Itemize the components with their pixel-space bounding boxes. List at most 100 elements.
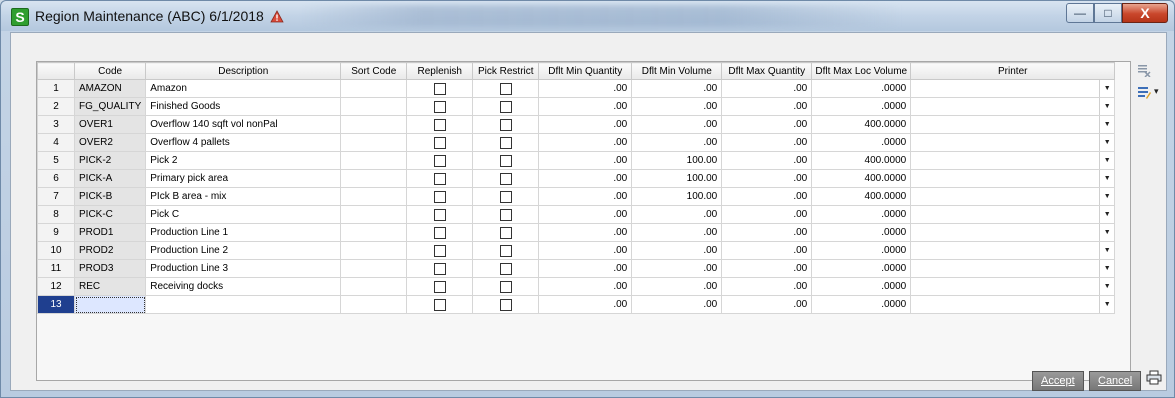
dflt-min-volume-cell[interactable]: .00 (631, 259, 723, 278)
column-header[interactable]: Replenish (406, 62, 474, 80)
code-cell[interactable]: PICK-C (73, 205, 147, 224)
sort-code-cell[interactable] (340, 277, 408, 296)
replenish-checkbox[interactable] (433, 226, 446, 239)
pick-restrict-checkbox[interactable] (499, 280, 512, 293)
chevron-down-icon[interactable]: ▼ (1099, 206, 1114, 223)
row-number[interactable]: 4 (37, 133, 75, 152)
table-row[interactable]: 5 PICK-2 Pick 2.00 100.00.00 400.0000 ▼ (37, 151, 1116, 170)
pick-restrict-checkbox[interactable] (499, 172, 512, 185)
description-cell[interactable]: Pick 2 (145, 151, 342, 170)
dflt-max-quantity-cell[interactable]: .00 (721, 97, 813, 116)
dflt-min-quantity-cell[interactable]: .00 (538, 97, 633, 116)
dflt-min-quantity-cell[interactable]: .00 (538, 295, 633, 314)
table-row[interactable]: 8 PICK-C Pick C .00.00.00.0000 ▼ (37, 205, 1116, 224)
table-row[interactable]: 7 PICK-B PIck B area - mix .00 100.00.00 400.… (37, 187, 1116, 206)
dflt-max-quantity-cell[interactable]: .00 (721, 295, 813, 314)
close-button[interactable]: X (1122, 3, 1168, 23)
printer-select[interactable]: ▼ (910, 115, 1116, 134)
pick-restrict-checkbox[interactable] (499, 226, 512, 239)
printer-icon[interactable] (1146, 370, 1162, 385)
description-cell[interactable]: Receiving docks (145, 277, 342, 296)
table-row[interactable]: 1 AMAZON Amazon .00.00.00.0000 ▼ (37, 79, 1116, 98)
column-header[interactable] (37, 62, 75, 80)
dflt-min-quantity-cell[interactable]: .00 (538, 115, 633, 134)
dflt-min-volume-cell[interactable]: 100.00 (631, 187, 723, 206)
table-row[interactable]: 13.00.00.00.0000 ▼ (37, 295, 1116, 314)
replenish-checkbox[interactable] (433, 154, 446, 167)
pick-restrict-checkbox[interactable] (499, 262, 512, 275)
chevron-down-icon[interactable]: ▼ (1099, 260, 1114, 277)
chevron-down-icon[interactable]: ▼ (1099, 98, 1114, 115)
dflt-min-volume-cell[interactable]: .00 (631, 223, 723, 242)
description-cell[interactable]: Overflow 4 pallets (145, 133, 342, 152)
sort-code-cell[interactable] (340, 187, 408, 206)
pick-restrict-checkbox[interactable] (499, 154, 512, 167)
dflt-min-quantity-cell[interactable]: .00 (538, 277, 633, 296)
pick-restrict-checkbox[interactable] (499, 136, 512, 149)
dflt-max-quantity-cell[interactable]: .00 (721, 151, 813, 170)
sort-code-cell[interactable] (340, 115, 408, 134)
code-cell[interactable]: PROD1 (73, 223, 147, 242)
code-cell[interactable]: OVER2 (73, 133, 147, 152)
replenish-checkbox[interactable] (433, 172, 446, 185)
dflt-min-quantity-cell[interactable]: .00 (538, 187, 633, 206)
dflt-max-quantity-cell[interactable]: .00 (721, 259, 813, 278)
row-number[interactable]: 6 (37, 169, 75, 188)
row-number[interactable]: 5 (37, 151, 75, 170)
dflt-min-volume-cell[interactable]: 100.00 (631, 169, 723, 188)
printer-select[interactable]: ▼ (910, 169, 1116, 188)
row-number[interactable]: 1 (37, 79, 75, 98)
dflt-max-loc-volume-cell[interactable]: .0000 (811, 97, 912, 116)
code-cell[interactable]: OVER1 (73, 115, 147, 134)
dflt-max-loc-volume-cell[interactable]: .0000 (811, 277, 912, 296)
replenish-checkbox[interactable] (433, 136, 446, 149)
dflt-min-quantity-cell[interactable]: .00 (538, 241, 633, 260)
sort-code-cell[interactable] (340, 133, 408, 152)
sort-code-cell[interactable] (340, 169, 408, 188)
dflt-min-volume-cell[interactable]: .00 (631, 277, 723, 296)
row-number[interactable]: 13 (37, 295, 75, 314)
replenish-checkbox[interactable] (433, 208, 446, 221)
dflt-min-quantity-cell[interactable]: .00 (538, 151, 633, 170)
sort-code-cell[interactable] (340, 223, 408, 242)
pick-restrict-checkbox[interactable] (499, 100, 512, 113)
printer-select[interactable]: ▼ (910, 151, 1116, 170)
dflt-min-volume-cell[interactable]: .00 (631, 97, 723, 116)
printer-select[interactable]: ▼ (910, 277, 1116, 296)
sort-code-cell[interactable] (340, 79, 408, 98)
dflt-max-quantity-cell[interactable]: .00 (721, 277, 813, 296)
printer-select[interactable]: ▼ (910, 133, 1116, 152)
column-header[interactable]: Sort Code (340, 62, 408, 80)
pick-restrict-checkbox[interactable] (499, 190, 512, 203)
dflt-max-loc-volume-cell[interactable]: .0000 (811, 241, 912, 260)
table-row[interactable]: 10 PROD2 Production Line 2.00.00.00.0000 ▼ (37, 241, 1116, 260)
code-cell[interactable]: PICK-B (73, 187, 147, 206)
description-cell[interactable]: Finished Goods (145, 97, 342, 116)
printer-select[interactable]: ▼ (910, 205, 1116, 224)
column-header[interactable]: Code (73, 62, 147, 80)
table-row[interactable]: 9 PROD1 Production Line 1.00.00.00.0000 ▼ (37, 223, 1116, 242)
replenish-checkbox[interactable] (433, 298, 446, 311)
chevron-down-icon[interactable]: ▼ (1099, 278, 1114, 295)
dflt-max-quantity-cell[interactable]: .00 (721, 205, 813, 224)
dflt-min-quantity-cell[interactable]: .00 (538, 223, 633, 242)
printer-select[interactable]: ▼ (910, 97, 1116, 116)
replenish-checkbox[interactable] (433, 82, 446, 95)
customize-grid-icon[interactable] (1137, 85, 1151, 99)
dflt-min-volume-cell[interactable]: 100.00 (631, 151, 723, 170)
row-number[interactable]: 2 (37, 97, 75, 116)
dflt-min-volume-cell[interactable]: .00 (631, 295, 723, 314)
maximize-button[interactable]: □ (1094, 3, 1122, 23)
sort-code-cell[interactable] (340, 205, 408, 224)
description-cell[interactable]: Pick C (145, 205, 342, 224)
dflt-max-loc-volume-cell[interactable]: .0000 (811, 133, 912, 152)
row-number[interactable]: 3 (37, 115, 75, 134)
dflt-max-quantity-cell[interactable]: .00 (721, 241, 813, 260)
dflt-min-volume-cell[interactable]: .00 (631, 115, 723, 134)
chevron-down-icon[interactable]: ▼ (1099, 116, 1114, 133)
column-header[interactable]: Dflt Max Loc Volume (811, 62, 912, 80)
chevron-down-icon[interactable]: ▼ (1099, 224, 1114, 241)
dflt-min-quantity-cell[interactable]: .00 (538, 169, 633, 188)
dflt-max-loc-volume-cell[interactable]: .0000 (811, 259, 912, 278)
replenish-checkbox[interactable] (433, 190, 446, 203)
